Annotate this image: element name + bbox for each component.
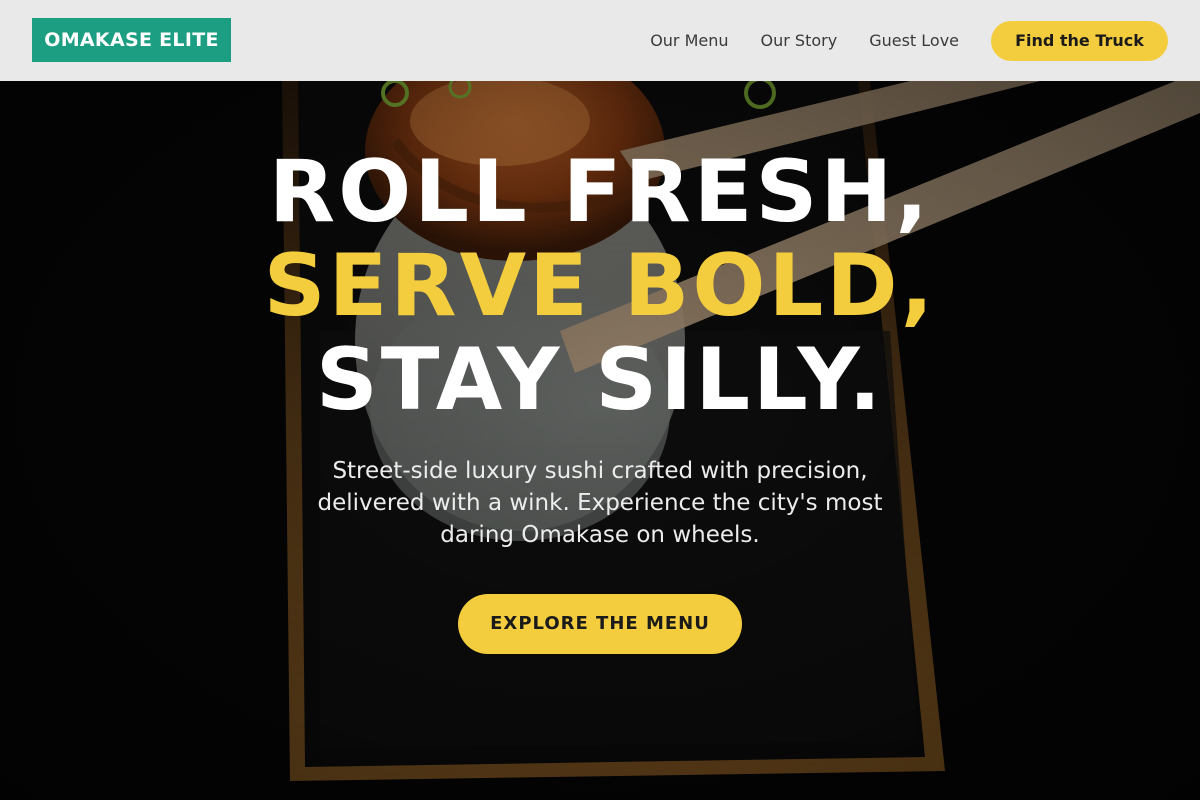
nav-link-guest-love[interactable]: Guest Love	[869, 31, 959, 50]
main-nav: Our Menu Our Story Guest Love Find the T…	[650, 0, 1168, 81]
hero-section: ROLL FRESH, SERVE BOLD, STAY SILLY. Stre…	[0, 81, 1200, 800]
site-header: OMAKASE ELITE Our Menu Our Story Guest L…	[0, 0, 1200, 81]
headline-line-1: ROLL FRESH,	[268, 142, 932, 242]
hero-headline: ROLL FRESH, SERVE BOLD, STAY SILLY.	[0, 145, 1200, 427]
find-the-truck-button[interactable]: Find the Truck	[991, 20, 1168, 61]
nav-link-our-menu[interactable]: Our Menu	[650, 31, 728, 50]
headline-line-2: SERVE BOLD,	[263, 236, 937, 336]
headline-line-3: STAY SILLY.	[315, 330, 885, 430]
explore-menu-button[interactable]: EXPLORE THE MENU	[458, 594, 742, 654]
nav-link-our-story[interactable]: Our Story	[761, 31, 838, 50]
hero-subtext: Street-side luxury sushi crafted with pr…	[317, 458, 883, 548]
logo[interactable]: OMAKASE ELITE	[32, 18, 231, 62]
